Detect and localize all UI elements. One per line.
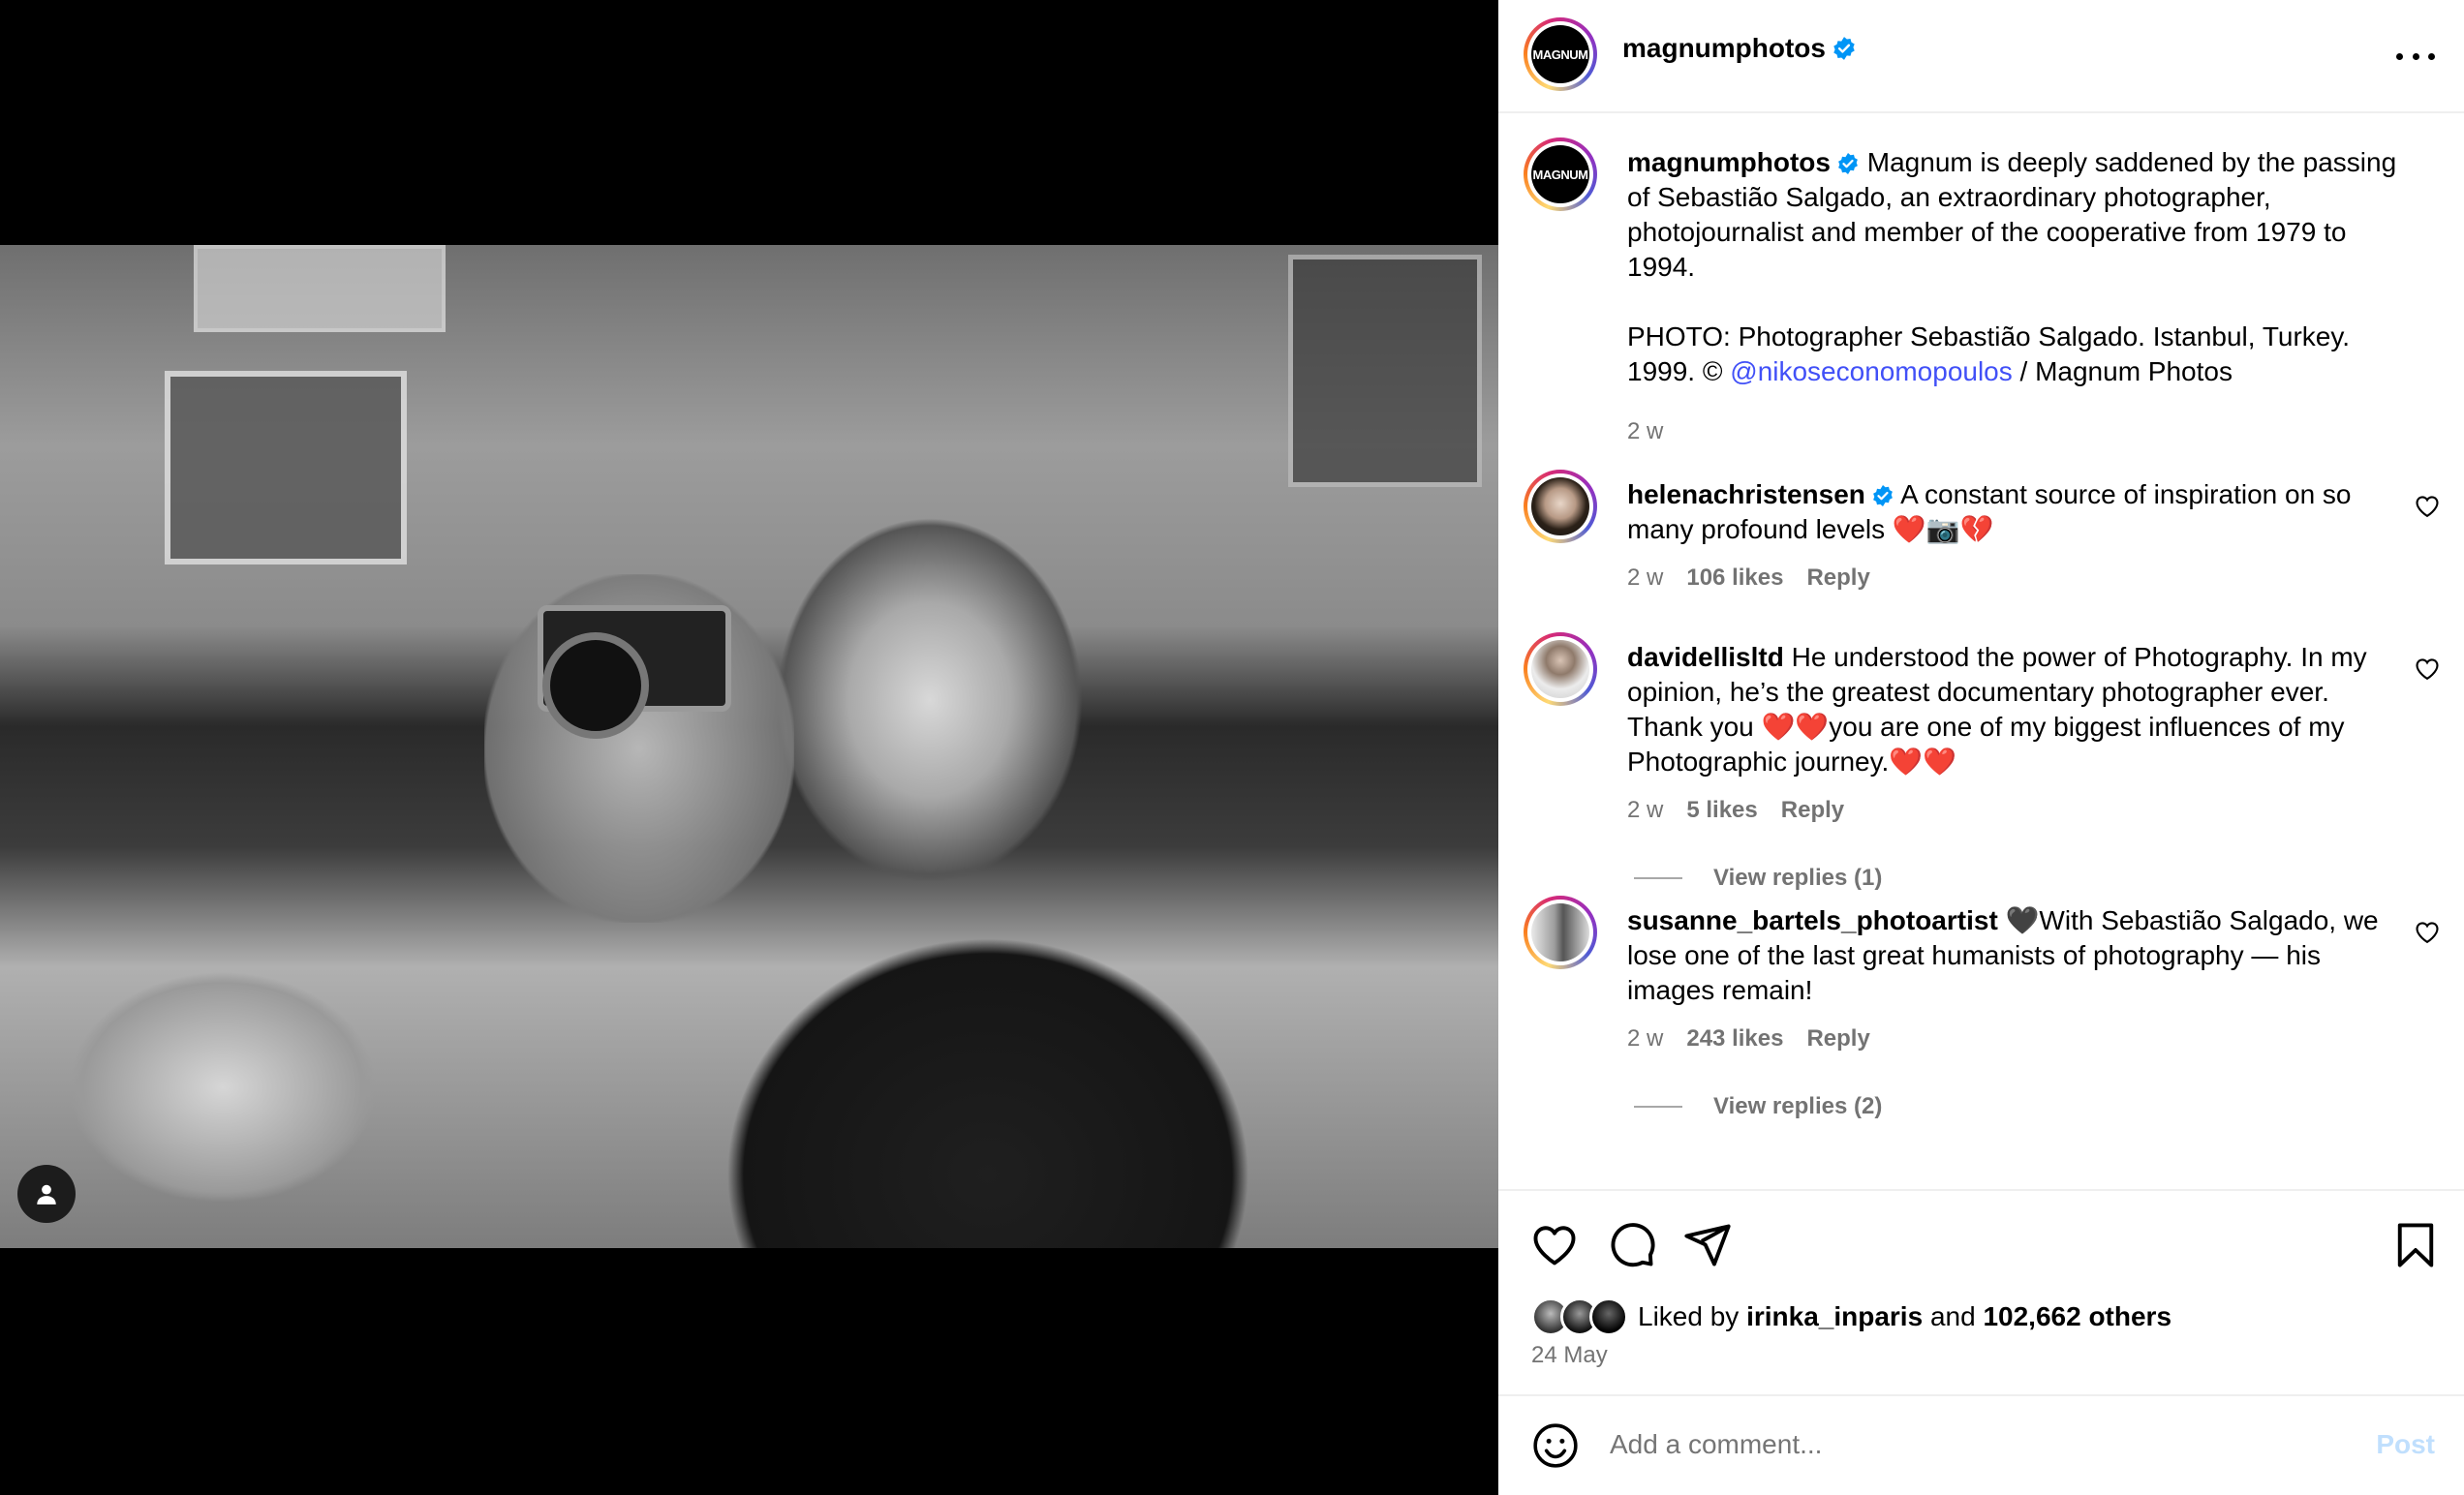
caption-username[interactable]: magnumphotos: [1627, 147, 1831, 177]
caption-meta: 2 w: [1627, 418, 1663, 445]
post-header: MAGNUM magnumphotos: [1498, 0, 2464, 113]
verified-badge-icon: [1838, 153, 1858, 174]
avatar-logo-text: MAGNUM: [1531, 145, 1589, 203]
comment-meta: 2 w 243 likes Reply: [1627, 1025, 1870, 1053]
likes-prefix: Liked by: [1638, 1301, 1740, 1331]
commenter-photo: [1531, 477, 1589, 535]
reply-button[interactable]: Reply: [1781, 797, 1844, 824]
author-username-text[interactable]: magnumphotos: [1622, 33, 1826, 63]
commenter-avatar[interactable]: [1524, 632, 1597, 706]
comment-likes[interactable]: 106 likes: [1686, 564, 1783, 592]
commenter-photo: [1531, 640, 1589, 698]
commenter-avatar[interactable]: [1524, 896, 1597, 969]
bookmark-icon[interactable]: [2390, 1220, 2441, 1270]
view-replies-button[interactable]: View replies (1): [1634, 865, 1882, 892]
comment-likes[interactable]: 243 likes: [1686, 1025, 1783, 1053]
photo-lens: [542, 632, 649, 739]
likes-summary: Liked by irinka_inparis and 102,662 othe…: [1531, 1297, 2171, 1336]
comment-timestamp[interactable]: 2 w: [1627, 797, 1663, 824]
wall-frame: [165, 371, 407, 564]
emoji-icon[interactable]: [1531, 1421, 1580, 1470]
replies-divider: [1634, 1106, 1682, 1108]
liker-username[interactable]: irinka_inparis: [1746, 1301, 1923, 1332]
view-replies-label[interactable]: View replies (1): [1713, 865, 1882, 892]
heart-icon[interactable]: [1529, 1220, 1580, 1270]
comment-timestamp[interactable]: 2 w: [1627, 564, 1663, 592]
comment-text: helenachristensen A constant source of i…: [1627, 477, 2402, 547]
like-comment-heart-icon[interactable]: [2414, 656, 2441, 683]
replies-divider: [1634, 877, 1682, 879]
view-replies-label[interactable]: View replies (2): [1713, 1093, 1882, 1120]
post-actions: Liked by irinka_inparis and 102,662 othe…: [1498, 1189, 2464, 1394]
comment-username[interactable]: helenachristensen: [1627, 479, 1865, 509]
comment-composer: Post: [1498, 1394, 2464, 1495]
wall-frame: [1288, 255, 1482, 487]
profile-avatar[interactable]: MAGNUM: [1524, 17, 1597, 91]
post-comment-button[interactable]: Post: [2376, 1429, 2435, 1460]
like-comment-heart-icon[interactable]: [2414, 493, 2441, 520]
comment-timestamp[interactable]: 2 w: [1627, 1025, 1663, 1053]
post-photo[interactable]: [0, 245, 1498, 1248]
comment-text: davidellisltd He understood the power of…: [1627, 640, 2402, 779]
liker-avatars[interactable]: [1531, 1297, 1632, 1336]
liker-avatar: [1589, 1297, 1628, 1336]
commenter-photo: [1531, 903, 1589, 961]
comment-meta: 2 w 5 likes Reply: [1627, 797, 1844, 824]
comment-icon[interactable]: [1607, 1220, 1657, 1270]
likes-count[interactable]: 102,662 others: [1983, 1301, 2171, 1332]
verified-badge-icon: [1833, 37, 1855, 60]
caption-avatar[interactable]: MAGNUM: [1524, 137, 1597, 211]
post-media: [0, 0, 1498, 1495]
reply-button[interactable]: Reply: [1806, 564, 1869, 592]
view-replies-button[interactable]: View replies (2): [1634, 1093, 1882, 1120]
caption-text: magnumphotos Magnum is deeply saddened b…: [1627, 145, 2402, 389]
mention-link[interactable]: @nikoseconomopoulos: [1730, 356, 2012, 386]
caption-timestamp[interactable]: 2 w: [1627, 418, 1663, 445]
commenter-avatar[interactable]: [1524, 470, 1597, 543]
likes-middle: and: [1929, 1301, 1976, 1331]
more-options-icon[interactable]: [2396, 37, 2435, 76]
share-icon[interactable]: [1682, 1220, 1733, 1270]
comment-likes[interactable]: 5 likes: [1686, 797, 1757, 824]
comment-username[interactable]: susanne_bartels_photoartist: [1627, 905, 1998, 935]
add-comment-input[interactable]: [1610, 1429, 2288, 1460]
post-date[interactable]: 24 May: [1531, 1342, 1608, 1369]
verified-badge-icon: [1872, 485, 1893, 506]
wall-frame: [194, 245, 446, 332]
user-tag-icon[interactable]: [17, 1165, 76, 1223]
comment-username[interactable]: davidellisltd: [1627, 642, 1784, 672]
caption-photo-agency: / Magnum Photos: [2012, 356, 2233, 386]
post-side-panel: MAGNUM magnumphotos MAGNUM magnumphotos …: [1498, 0, 2464, 1495]
comments-list: MAGNUM magnumphotos Magnum is deeply sad…: [1498, 113, 2464, 1188]
avatar-logo-text: MAGNUM: [1531, 25, 1589, 83]
post-author-username[interactable]: magnumphotos: [1622, 33, 1857, 64]
comment-text: susanne_bartels_photoartist 🖤With Sebast…: [1627, 903, 2402, 1008]
comment-meta: 2 w 106 likes Reply: [1627, 564, 1870, 592]
like-comment-heart-icon[interactable]: [2414, 919, 2441, 946]
reply-button[interactable]: Reply: [1806, 1025, 1869, 1053]
